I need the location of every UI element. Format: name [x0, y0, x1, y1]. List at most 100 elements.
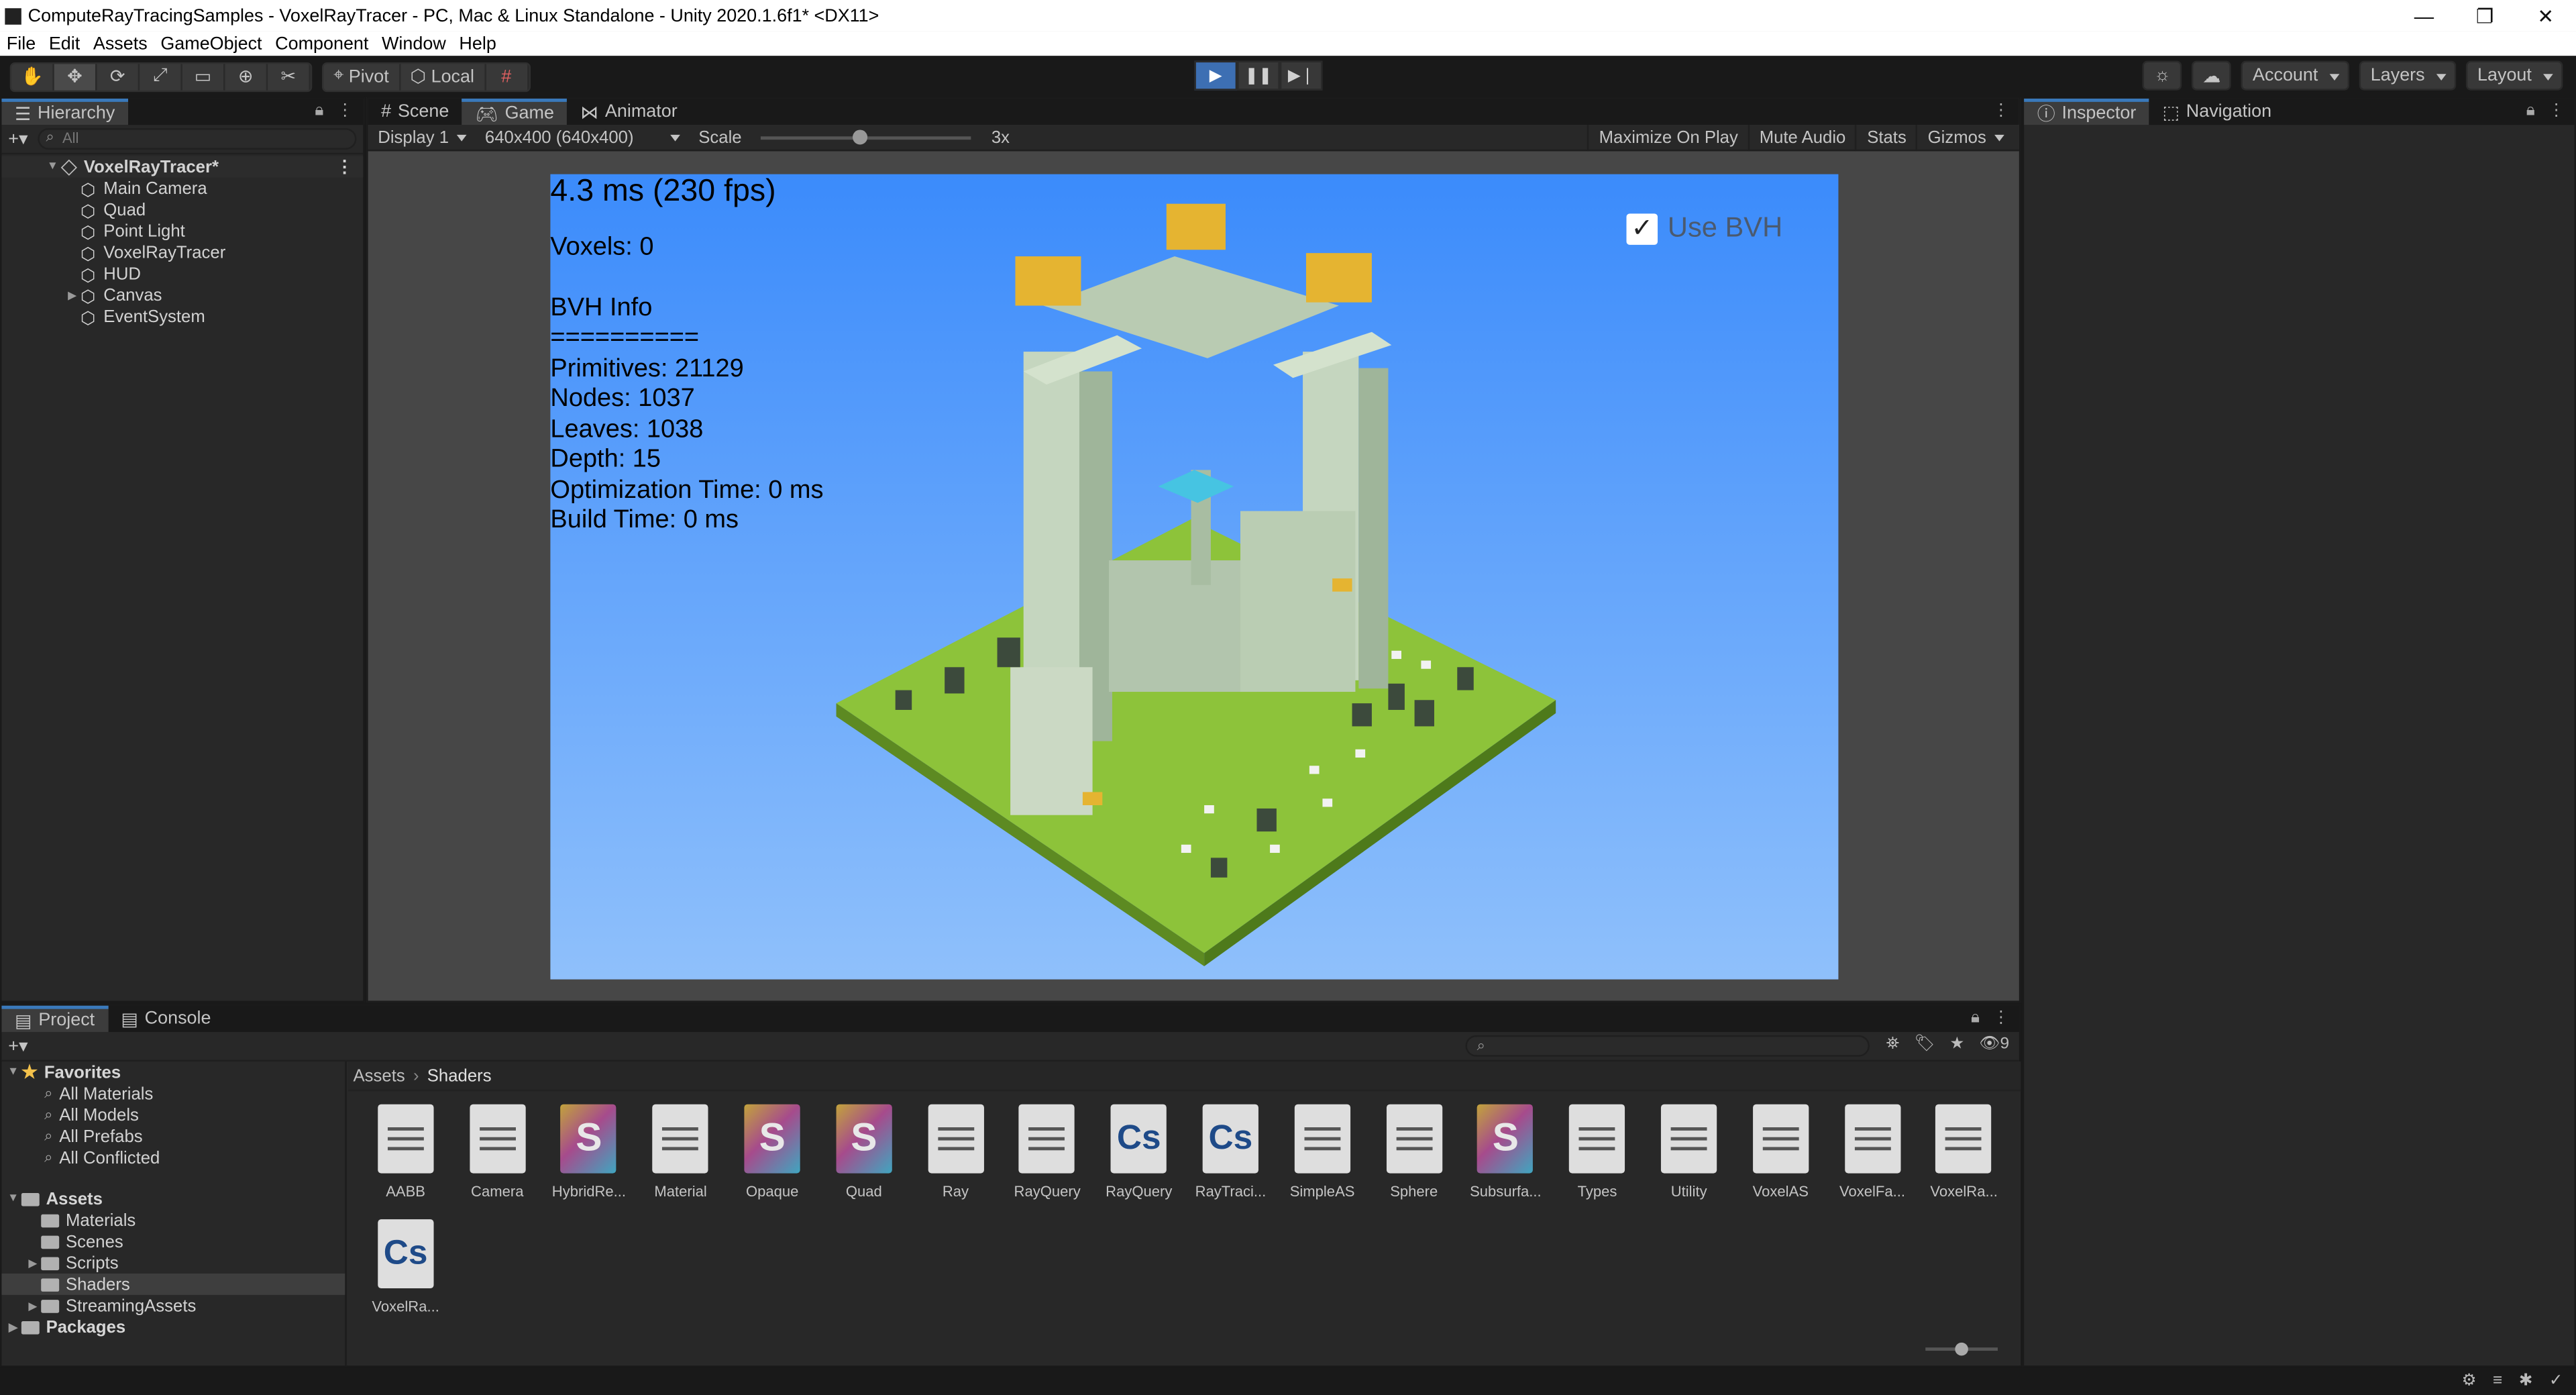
add-icon[interactable]: +▾ [8, 1035, 28, 1056]
lock-icon[interactable]: 🔒︎ [1971, 1009, 1980, 1027]
scene-menu-icon[interactable]: ⋮ [336, 157, 354, 176]
custom-tool-icon[interactable]: ✂ [268, 63, 311, 90]
asset-item[interactable]: VoxelFa... [1827, 1098, 1919, 1212]
list-item[interactable]: ⬡ Main Camera [1, 177, 363, 200]
asset-item[interactable]: S Subsurfa... [1460, 1098, 1552, 1212]
asset-item[interactable]: SimpleAS [1277, 1098, 1368, 1212]
use-bvh-toggle[interactable]: ✓ Use BVH [1626, 212, 1782, 245]
rect-tool-icon[interactable]: ▭ [182, 63, 225, 90]
minimize-button[interactable]: — [2394, 4, 2455, 27]
close-button[interactable]: ✕ [2515, 4, 2576, 27]
grid-snap-icon[interactable]: # [486, 63, 529, 90]
fold-open-icon[interactable]: ▼ [5, 1193, 21, 1204]
transform-tool-icon[interactable]: ⊕ [225, 63, 268, 90]
tab-console[interactable]: ▤ Console [108, 1006, 224, 1032]
list-item[interactable]: ⌕ All Conflicted [1, 1147, 345, 1168]
layers-icon[interactable]: ≡ [2493, 1372, 2502, 1390]
hand-tool-icon[interactable]: ✋ [11, 63, 54, 90]
menu-edit[interactable]: Edit [42, 34, 87, 53]
project-search-input[interactable]: ⌕ [1465, 1035, 1870, 1057]
filter-label-icon[interactable]: 🏷︎ [1914, 1035, 1935, 1053]
icon-size-knob[interactable] [1955, 1342, 1968, 1356]
tab-hierarchy[interactable]: ☰ Hierarchy [1, 98, 128, 125]
asset-item[interactable]: Cs RayQuery [1093, 1098, 1185, 1212]
lock-icon[interactable]: 🔒︎ [2526, 102, 2535, 120]
bug-icon[interactable]: ✱ [2519, 1372, 2533, 1390]
menu-gameobject[interactable]: GameObject [154, 34, 269, 53]
pause-button[interactable]: ❚❚ [1237, 60, 1280, 91]
game-viewport[interactable]: 4.3 ms (230 fps) Voxels: 0 BVH Info ====… [550, 174, 1839, 980]
more-icon[interactable]: ⋮ [1993, 1009, 2009, 1027]
asset-item[interactable]: Cs RayTraci... [1185, 1098, 1277, 1212]
list-item[interactable]: ▶ Scripts [1, 1252, 345, 1274]
stats-toggle[interactable]: Stats [1856, 125, 1916, 152]
asset-item[interactable]: Cs VoxelRa... [360, 1212, 451, 1327]
list-item[interactable]: Scenes [1, 1231, 345, 1252]
asset-item[interactable]: Camera [451, 1098, 543, 1212]
step-button[interactable]: ▶❘ [1279, 60, 1323, 91]
asset-item[interactable]: S Opaque [727, 1098, 818, 1212]
tab-project[interactable]: ▤ Project [1, 1005, 108, 1032]
list-item[interactable]: ⬡ EventSystem [1, 306, 363, 328]
asset-item[interactable]: Ray [910, 1098, 1002, 1212]
asset-item[interactable]: Types [1552, 1098, 1644, 1212]
breadcrumb-shaders[interactable]: Shaders [427, 1066, 492, 1085]
add-icon[interactable]: +▾ [8, 128, 28, 149]
packages-header[interactable]: ▶ Packages [1, 1316, 345, 1338]
menu-window[interactable]: Window [375, 34, 452, 53]
asset-item[interactable]: VoxelRa... [1918, 1098, 2010, 1212]
menu-assets[interactable]: Assets [87, 34, 154, 53]
list-item[interactable]: ▶ ⬡ Canvas [1, 285, 363, 307]
icon-size-slider[interactable] [1925, 1342, 1998, 1356]
favorite-icon[interactable]: ★ [1949, 1035, 1964, 1053]
list-item[interactable]: ⬡ HUD [1, 263, 363, 285]
list-item[interactable]: ⬡ Point Light [1, 220, 363, 242]
move-tool-icon[interactable]: ✥ [54, 63, 97, 90]
list-item[interactable]: ⌕ All Models [1, 1104, 345, 1126]
mute-audio-toggle[interactable]: Mute Audio [1748, 125, 1856, 152]
list-item[interactable]: ⬡ VoxelRayTracer [1, 242, 363, 264]
more-icon[interactable]: ⋮ [2548, 102, 2564, 120]
list-item[interactable]: ⌕ All Prefabs [1, 1126, 345, 1147]
maximize-on-play-toggle[interactable]: Maximize On Play [1587, 125, 1748, 152]
menu-file[interactable]: File [0, 34, 42, 53]
list-item[interactable]: Materials [1, 1209, 345, 1231]
favorites-header[interactable]: ▼ ★ Favorites [1, 1062, 345, 1083]
assets-header[interactable]: ▼ Assets [1, 1188, 345, 1210]
fold-closed-icon[interactable]: ▶ [25, 1256, 41, 1270]
scene-row[interactable]: ▼ VoxelRayTracer* ⋮ [1, 156, 364, 178]
asset-item[interactable]: RayQuery [1002, 1098, 1093, 1212]
list-item[interactable]: ⬡ Quad [1, 199, 363, 221]
layers-dropdown[interactable]: Layers [2359, 60, 2457, 91]
list-item[interactable]: ▶ StreamingAssets [1, 1295, 345, 1316]
check-icon[interactable]: ✓ [2549, 1372, 2563, 1390]
filter-type-icon[interactable]: ⛯ [1886, 1035, 1900, 1053]
menu-component[interactable]: Component [268, 34, 375, 53]
list-item-selected[interactable]: Shaders [1, 1273, 345, 1295]
resolution-dropdown[interactable]: 640x400 (640x400) [475, 124, 688, 150]
cloud-icon[interactable]: ☁ [2192, 60, 2232, 91]
tab-inspector[interactable]: ⓘ Inspector [2024, 98, 2149, 125]
asset-item[interactable]: S Quad [818, 1098, 910, 1212]
fold-closed-icon[interactable]: ▶ [64, 289, 80, 301]
more-icon[interactable]: ⋮ [1993, 102, 2009, 120]
tab-animator[interactable]: ⋈ Animator [568, 99, 691, 125]
checkbox-checked-icon[interactable]: ✓ [1626, 213, 1658, 244]
scale-slider-knob[interactable] [853, 129, 869, 144]
tab-scene[interactable]: # Scene [368, 99, 462, 125]
collab-icon[interactable]: ☼ [2142, 60, 2182, 91]
more-icon[interactable]: ⋮ [337, 102, 353, 120]
menu-help[interactable]: Help [453, 34, 503, 53]
rotate-tool-icon[interactable]: ⟳ [97, 63, 140, 90]
hidden-packages-icon[interactable]: 👁︎9 [1979, 1035, 2009, 1053]
restore-button[interactable]: ❐ [2455, 4, 2516, 27]
gizmos-dropdown[interactable]: Gizmos [1916, 125, 2012, 152]
asset-item[interactable]: Sphere [1368, 1098, 1460, 1212]
lock-icon[interactable]: 🔒︎ [315, 102, 323, 120]
list-item[interactable]: ⌕ All Materials [1, 1083, 345, 1104]
scale-slider[interactable] [761, 129, 972, 144]
fold-open-icon[interactable]: ▼ [5, 1066, 21, 1078]
asset-item[interactable]: VoxelAS [1735, 1098, 1827, 1212]
tab-game[interactable]: 🎮︎ Game [462, 98, 568, 125]
play-button[interactable]: ▶ [1194, 60, 1238, 91]
